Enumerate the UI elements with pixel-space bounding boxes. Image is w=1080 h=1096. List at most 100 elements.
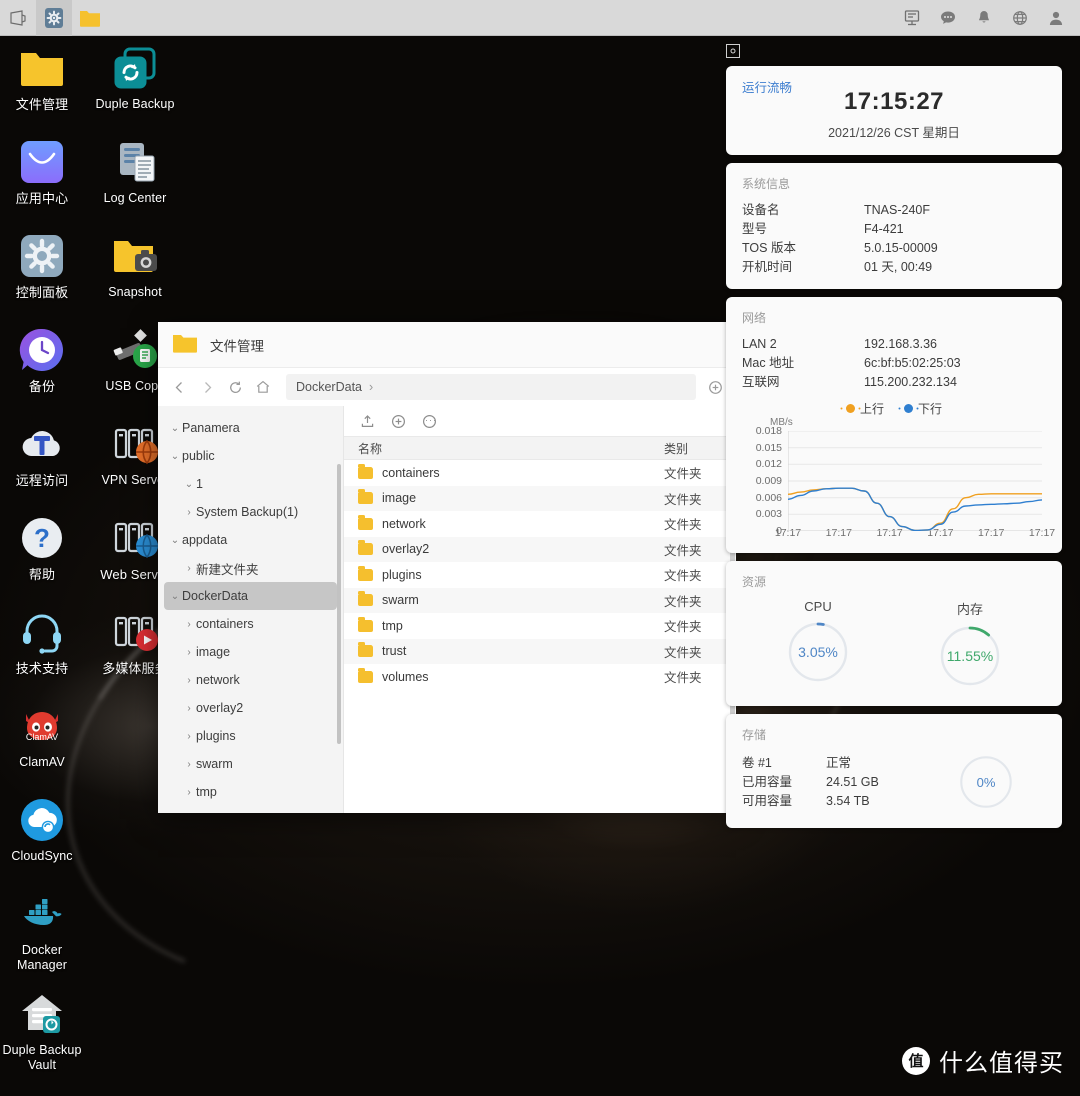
info-key: 互联网 [742, 373, 864, 392]
more-icon[interactable]: ··· [422, 414, 449, 429]
storage-gauge: 0% [956, 752, 1016, 812]
chevron-right-icon: › [182, 731, 196, 742]
table-row[interactable]: image文件夹 [344, 486, 736, 512]
user-account-icon[interactable] [1038, 0, 1074, 36]
desktop-icon-label: Duple Backup [93, 97, 177, 112]
desktop-icon-cloudsync[interactable]: CloudSync [0, 796, 84, 864]
file-list-header: 名称 类别 [344, 436, 736, 460]
desktop-icon-docker-manager[interactable]: Docker Manager [0, 890, 84, 973]
column-header-name[interactable]: 名称 [344, 440, 664, 457]
tree-node-label: System Backup(1) [196, 505, 298, 519]
folder-icon [358, 620, 373, 632]
tree-node-image[interactable]: ›image [164, 638, 337, 666]
table-row[interactable]: containers文件夹 [344, 460, 736, 486]
desktop-icon-log-center[interactable]: Log Center [93, 138, 177, 206]
duple-backup-vault-icon [18, 990, 66, 1038]
file-manager-body: ⌄Panamera ⌄public ⌄1 ›System Backup(1) ⌄… [158, 406, 736, 813]
desktop-icon-remote-access[interactable]: 远程访问 [0, 420, 84, 488]
tree-node-dockerdata[interactable]: ⌄DockerData [164, 582, 337, 610]
upload-icon[interactable] [360, 414, 375, 429]
folder-icon [358, 671, 373, 683]
info-value: 5.0.15-00009 [864, 239, 938, 258]
info-row: 开机时间01 天, 00:49 [742, 258, 1046, 277]
desktop-icon-label: 远程访问 [0, 473, 84, 488]
desktop-icon-tech-support[interactable]: 技术支持 [0, 608, 84, 676]
tree-node-label: plugins [196, 729, 236, 743]
desktop-icon-backup[interactable]: 备份 [0, 326, 84, 394]
storage-gauge-cell: 0% [926, 752, 1046, 812]
table-row[interactable]: volumes文件夹 [344, 664, 736, 690]
tree-node-overlay2[interactable]: ›overlay2 [164, 694, 337, 722]
tree-node-appdata[interactable]: ⌄appdata [164, 526, 337, 554]
notification-bell-icon[interactable] [966, 0, 1002, 36]
chevron-right-icon: › [182, 619, 196, 630]
network-globe-icon[interactable] [1002, 0, 1038, 36]
table-row[interactable]: tmp文件夹 [344, 613, 736, 639]
add-icon[interactable] [391, 414, 406, 429]
info-value: F4-421 [864, 220, 904, 239]
add-tab-button[interactable] [702, 374, 728, 400]
tree-node-system-backup[interactable]: ›System Backup(1) [164, 498, 337, 526]
tree-node-label: DockerData [182, 589, 248, 603]
desktop-icon-snapshot[interactable]: Snapshot [93, 232, 177, 300]
tree-node-label: swarm [196, 757, 233, 771]
tree-node-network[interactable]: ›network [164, 666, 337, 694]
desktop-icon-control-panel[interactable]: 控制面板 [0, 232, 84, 300]
breadcrumb-segment[interactable]: DockerData [296, 380, 362, 394]
folder-icon [358, 518, 373, 530]
table-row[interactable]: overlay2文件夹 [344, 537, 736, 563]
desktop-icon-help[interactable]: ? 帮助 [0, 514, 84, 582]
forward-button[interactable] [194, 374, 220, 400]
storage-info: 卷 #1正常 已用容量24.51 GB 可用容量3.54 TB [742, 754, 926, 811]
cpu-value: 3.05% [784, 618, 852, 686]
clamav-icon: ClamAV [18, 702, 66, 750]
control-panel-icon[interactable] [36, 0, 72, 36]
info-value: 3.54 TB [826, 792, 870, 811]
tree-node-swarm[interactable]: ›swarm [164, 750, 337, 778]
tree-node-1[interactable]: ⌄1 [164, 470, 337, 498]
info-row: 卷 #1正常 [742, 754, 926, 773]
back-button[interactable] [166, 374, 192, 400]
log-center-icon [111, 138, 159, 186]
tree-node-new-folder[interactable]: ›新建文件夹 [164, 554, 337, 582]
desktop-icon-clamav[interactable]: ClamAV ClamAV [0, 702, 84, 770]
file-name: network [382, 517, 426, 531]
home-button[interactable] [250, 374, 276, 400]
docker-manager-icon [18, 890, 66, 938]
desktop-icon-app-center[interactable]: 应用中心 [0, 138, 84, 206]
desktop-icon-file-manager[interactable]: 文件管理 [0, 44, 84, 112]
tech-support-icon [18, 608, 66, 656]
table-row[interactable]: swarm文件夹 [344, 588, 736, 614]
legend-label: 下行 [918, 400, 942, 417]
info-key: Mac 地址 [742, 354, 864, 373]
folder-tree-scrollbar[interactable] [337, 464, 341, 744]
table-row[interactable]: plugins文件夹 [344, 562, 736, 588]
file-manager-icon[interactable] [72, 0, 108, 36]
widget-panel-icon[interactable] [894, 0, 930, 36]
multimedia-server-icon [111, 608, 159, 656]
widget-pin-icon[interactable] [726, 44, 740, 58]
chat-icon[interactable] [930, 0, 966, 36]
folder-icon [358, 645, 373, 657]
info-key: LAN 2 [742, 335, 864, 354]
tree-node-panamera[interactable]: ⌄Panamera [164, 414, 337, 442]
path-breadcrumb-input[interactable]: DockerData › [286, 374, 696, 400]
widget-system-info: 系统信息 设备名TNAS-240F 型号F4-421 TOS 版本5.0.15-… [726, 163, 1062, 289]
memory-gauge-cell: 内存 11.55% [894, 599, 1046, 690]
info-value: 24.51 GB [826, 773, 879, 792]
vpn-server-icon [111, 420, 159, 468]
widget-title: 存储 [742, 726, 1046, 743]
tree-node-plugins[interactable]: ›plugins [164, 722, 337, 750]
tree-node-containers[interactable]: ›containers [164, 610, 337, 638]
refresh-button[interactable] [222, 374, 248, 400]
tree-node-tmp[interactable]: ›tmp [164, 778, 337, 806]
file-name: swarm [382, 593, 419, 607]
table-row[interactable]: trust文件夹 [344, 639, 736, 665]
info-row: 互联网115.200.232.134 [742, 373, 1046, 392]
tree-node-public[interactable]: ⌄public [164, 442, 337, 470]
screen-projection-icon[interactable] [0, 0, 36, 36]
desktop-icon-duple-backup[interactable]: Duple Backup [93, 44, 177, 112]
snapshot-icon [111, 232, 159, 280]
table-row[interactable]: network文件夹 [344, 511, 736, 537]
desktop-icon-duple-backup-vault[interactable]: Duple Backup Vault [0, 990, 84, 1073]
